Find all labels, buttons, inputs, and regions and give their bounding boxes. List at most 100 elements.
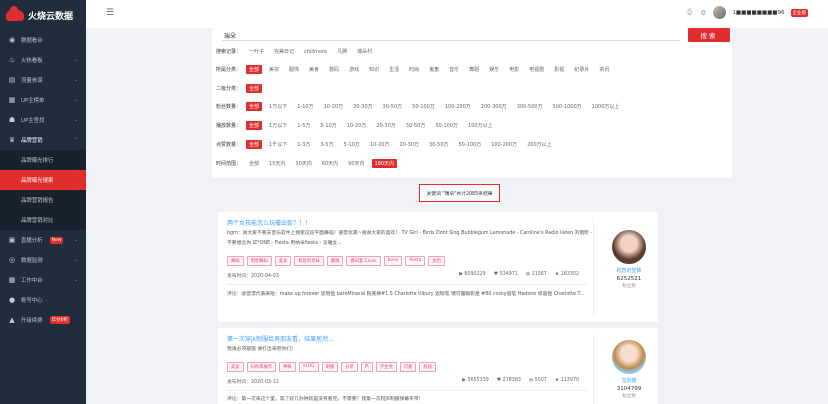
sidebar-item-workbench[interactable]: ▦ 工作中台 ⌄ bbox=[0, 270, 86, 290]
category-option[interactable]: 电视剧 bbox=[526, 65, 547, 74]
tag[interactable]: 扫你来展示 bbox=[246, 362, 277, 372]
video-title[interactable]: 两个女孩能怎么玩撒出街？！！ bbox=[227, 218, 311, 227]
tag[interactable]: 明星舞蹈 bbox=[246, 256, 272, 266]
play-option[interactable]: 全部 bbox=[246, 121, 263, 130]
tag[interactable]: bone bbox=[383, 256, 403, 266]
sidebar-item-brand[interactable]: ♛ 品牌营销 ⌃ bbox=[0, 130, 86, 150]
video-title[interactable]: 第一次穿jk制服给男朋友看，结果居然... bbox=[227, 334, 334, 343]
like-option[interactable]: 1千以下 bbox=[266, 140, 290, 149]
like-option[interactable]: 10-20万 bbox=[367, 140, 393, 149]
category-option[interactable]: 娱乐 bbox=[486, 65, 502, 74]
fans-option[interactable]: 1000万以上 bbox=[589, 102, 623, 111]
play-option[interactable]: 1-5万 bbox=[294, 121, 313, 130]
like-option[interactable]: 100-200万 bbox=[488, 140, 520, 149]
fans-option[interactable]: 全部 bbox=[246, 102, 263, 111]
play-option[interactable]: 5-10万 bbox=[317, 121, 339, 130]
author-block[interactable]: 机智的党妹 6252521 粉丝数 bbox=[603, 230, 655, 289]
tag[interactable]: 翻跳 bbox=[326, 256, 344, 266]
settings-icon[interactable]: ⚙ bbox=[699, 9, 707, 17]
category-option[interactable]: 数码 bbox=[326, 65, 342, 74]
author-name[interactable]: 机智的党妹 bbox=[616, 267, 641, 274]
like-option[interactable]: 3-5万 bbox=[317, 140, 336, 149]
category-option[interactable]: 鬼畜 bbox=[426, 65, 442, 74]
category-option[interactable]: 舞蹈 bbox=[466, 65, 482, 74]
fans-option[interactable]: 30-50万 bbox=[380, 102, 406, 111]
avatar[interactable] bbox=[713, 6, 727, 19]
sidebar-item-hot[interactable]: ♨ 火热看板 ⌄ bbox=[0, 50, 86, 70]
sidebar-item-traffic[interactable]: ▤ 流量参谋 ⌄ bbox=[0, 70, 86, 90]
tag[interactable]: 春日复工look bbox=[346, 256, 381, 266]
history-item[interactable]: 瑞朵村 bbox=[354, 47, 375, 56]
history-item[interactable]: 一叶子 bbox=[246, 47, 267, 56]
search-button[interactable]: 搜索 bbox=[688, 28, 730, 42]
author-name[interactable]: 宝剑嫂 bbox=[621, 377, 636, 384]
like-option[interactable]: 20-30万 bbox=[396, 140, 422, 149]
like-option[interactable]: 5-10万 bbox=[341, 140, 363, 149]
subcategory-option[interactable]: 全部 bbox=[246, 84, 263, 93]
category-option[interactable]: 服饰 bbox=[286, 65, 302, 74]
time-option[interactable]: 全部 bbox=[246, 159, 262, 168]
tag[interactable]: 机智的党妹 bbox=[294, 256, 324, 266]
sidebar-sub-brand-report[interactable]: 品牌营销报告 bbox=[0, 190, 86, 210]
tag[interactable]: 制服 bbox=[321, 362, 339, 372]
category-option[interactable]: 资讯 bbox=[596, 65, 612, 74]
fans-option[interactable]: 1万以下 bbox=[266, 102, 290, 111]
fans-option[interactable]: 200-300万 bbox=[478, 102, 510, 111]
user-phone[interactable]: 1■■■■■■■■96 bbox=[732, 10, 784, 16]
play-option[interactable]: 20-30万 bbox=[373, 121, 399, 130]
tag[interactable]: 女团 bbox=[428, 256, 445, 266]
play-option[interactable]: 1万以下 bbox=[266, 121, 290, 130]
time-option[interactable]: 15天内 bbox=[266, 159, 288, 168]
category-option[interactable]: 纪录片 bbox=[571, 65, 592, 74]
sidebar-sub-brand-search[interactable]: 品牌曝光搜索 bbox=[0, 170, 86, 190]
category-option[interactable]: 时尚 bbox=[406, 65, 422, 74]
fans-option[interactable]: 500-1000万 bbox=[550, 102, 585, 111]
tag[interactable]: 种草 bbox=[279, 362, 296, 372]
play-option[interactable]: 100万以上 bbox=[465, 121, 496, 130]
category-option[interactable]: 美食 bbox=[306, 65, 322, 74]
tag[interactable]: VLOG bbox=[298, 362, 319, 372]
category-option[interactable]: 游戏 bbox=[346, 65, 362, 74]
fans-option[interactable]: 1-10万 bbox=[294, 102, 316, 111]
time-option[interactable]: 60天内 bbox=[319, 159, 341, 168]
time-option[interactable]: 180天内 bbox=[371, 159, 398, 168]
logo[interactable]: 火烧云数据 bbox=[0, 0, 86, 30]
sidebar-item-up-search[interactable]: ☗ UP主查找 ⌄ bbox=[0, 110, 86, 130]
tag[interactable]: 分享 bbox=[341, 362, 358, 372]
history-item[interactable]: chillmore bbox=[301, 48, 330, 56]
sidebar-item-monitor[interactable]: ◎ 数据监测 ⌄ bbox=[0, 250, 86, 270]
fans-option[interactable]: 50-100万 bbox=[409, 102, 438, 111]
tag[interactable]: 美女 bbox=[227, 362, 244, 372]
like-option[interactable]: 全部 bbox=[246, 140, 263, 149]
fans-option[interactable]: 20-30万 bbox=[350, 102, 376, 111]
history-item[interactable]: 凡腾 bbox=[334, 47, 350, 56]
category-option[interactable]: 影视 bbox=[551, 65, 567, 74]
like-option[interactable]: 1-3万 bbox=[294, 140, 313, 149]
tag[interactable]: 舞蹈 bbox=[227, 256, 244, 266]
author-block[interactable]: 宝剑嫂 3104799 粉丝数 bbox=[603, 340, 655, 399]
time-option[interactable]: 90天内 bbox=[345, 159, 367, 168]
author-avatar[interactable] bbox=[612, 230, 646, 264]
play-option[interactable]: 50-100万 bbox=[432, 121, 461, 130]
category-option[interactable]: 电影 bbox=[506, 65, 522, 74]
tag[interactable]: fiesta bbox=[405, 256, 426, 266]
fans-option[interactable]: 10-20万 bbox=[321, 102, 347, 111]
tag[interactable]: 校园 bbox=[419, 362, 436, 372]
category-option[interactable]: 音乐 bbox=[446, 65, 462, 74]
sidebar-item-live[interactable]: ▣ 直播分析 New ⌄ bbox=[0, 230, 86, 250]
category-option[interactable]: 生活 bbox=[386, 65, 402, 74]
category-option[interactable]: 美妆 bbox=[266, 65, 282, 74]
time-option[interactable]: 30天内 bbox=[292, 159, 314, 168]
history-item[interactable]: 完美日记 bbox=[271, 47, 297, 56]
tag[interactable]: 可爱 bbox=[399, 362, 417, 372]
menu-collapse-icon[interactable]: ☰ bbox=[106, 8, 114, 18]
like-option[interactable]: 50-100万 bbox=[456, 140, 485, 149]
sidebar-item-up-rank[interactable]: ▦ UP主榜单 ⌄ bbox=[0, 90, 86, 110]
author-avatar[interactable] bbox=[612, 340, 646, 374]
printer-icon[interactable]: ⎙ bbox=[685, 8, 693, 17]
fans-option[interactable]: 300-500万 bbox=[514, 102, 546, 111]
sidebar-item-account[interactable]: ● 账号中心 bbox=[0, 290, 86, 310]
sidebar-sub-brand-compare[interactable]: 品牌营销对比 bbox=[0, 210, 86, 230]
play-option[interactable]: 10-20万 bbox=[344, 121, 370, 130]
tag[interactable]: 美女 bbox=[274, 256, 292, 266]
